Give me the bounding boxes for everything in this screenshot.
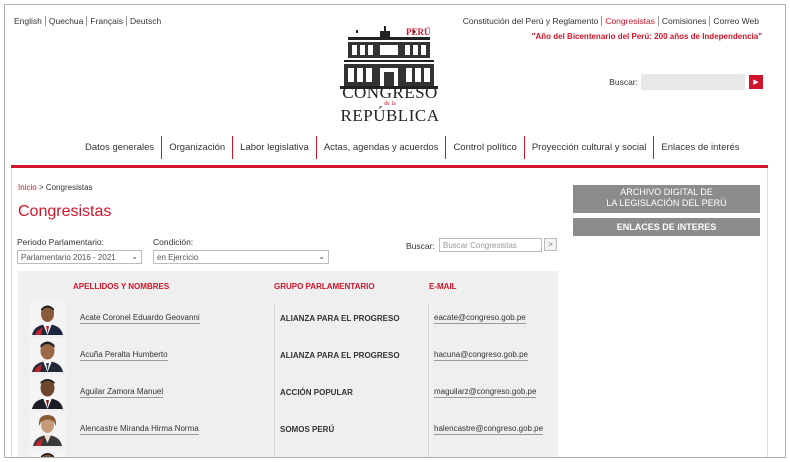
table-row [18,449,558,457]
breadcrumb-separator: > [38,183,44,192]
list-search-button[interactable]: > [544,238,557,251]
congresistas-table: APELLIDOS Y NOMBRES GRUPO PARLAMENTARIO … [18,271,558,457]
list-search-label: Buscar: [406,241,435,251]
person-avatar-icon [29,412,66,446]
table-row: Aguilar Zamora Manuel ACCIÓN POPULAR mag… [18,375,558,411]
main-nav: Datos generales Organización Labor legis… [78,136,747,159]
chevron-down-icon: ⌄ [131,252,138,261]
nav-proyeccion-cultural[interactable]: Proyección cultural y social [523,136,654,159]
congresista-email[interactable]: halencastre@congreso.gob.pe [428,412,558,446]
period-select[interactable]: Parlamentario 2016 - 2021 ⌄ [17,250,142,264]
nav-labor-legislativa[interactable]: Labor legislativa [232,136,316,159]
lang-english[interactable]: English [14,16,45,26]
archivo-line-2: LA LEGISLACIÓN DEL PERÚ [606,198,727,208]
page-title: Congresistas [18,203,112,220]
top-links: Constitución del Perú y Reglamento Congr… [460,16,762,26]
congresista-photo[interactable] [29,375,66,409]
congreso-logo[interactable]: PERÚ CONGRESO de la REPÚBLICA [335,19,445,129]
congresista-name[interactable]: Acuña Peralta Humberto [74,338,270,372]
period-value: Parlamentario 2016 - 2021 [21,253,116,262]
header-search-label: Buscar: [609,77,638,87]
condition-label: Condición: [153,237,194,247]
bicentenario-banner: "Año del Bicentenario del Perú: 200 años… [531,32,762,41]
breadcrumb: Inicio > Congresistas [18,183,93,192]
person-avatar-icon [29,375,66,409]
condition-value: en Ejercicio [157,253,199,262]
nav-datos-generales[interactable]: Datos generales [78,136,161,159]
nav-control-politico[interactable]: Control político [445,136,523,159]
filters: Periodo Parlamentario: Parlamentario 201… [17,234,557,270]
congresista-email[interactable]: eacate@congreso.gob.pe [428,301,558,335]
person-avatar-icon [29,449,66,457]
list-search-input[interactable]: Buscar Congresistas [439,238,542,252]
table-row: Acuña Peralta Humberto ALIANZA PARA EL P… [18,338,558,374]
link-congresistas[interactable]: Congresistas [601,16,658,26]
lang-german[interactable]: Deutsch [125,16,164,26]
link-comisiones[interactable]: Comisiones [657,16,709,26]
person-avatar-icon [29,338,66,372]
congresista-name[interactable]: Acate Coronel Eduardo Geovanni [74,301,270,335]
congresista-name[interactable] [74,449,270,457]
table-row: Alencastre Miranda Hirma Norma SOMOS PER… [18,412,558,448]
table-row: Acate Coronel Eduardo Geovanni ALIANZA P… [18,301,558,337]
congresista-email[interactable]: hacuna@congreso.gob.pe [428,338,558,372]
header-search-input[interactable] [641,74,745,90]
link-correo-web[interactable]: Correo Web [709,16,762,26]
lang-french[interactable]: Français [86,16,126,26]
congresista-name[interactable]: Aguilar Zamora Manuel [74,375,270,409]
congresista-photo[interactable] [29,301,66,335]
congresista-group: ACCIÓN POPULAR [280,387,353,397]
header-nombres: APELLIDOS Y NOMBRES [73,282,170,291]
header-grupo: GRUPO PARLAMENTARIO [274,282,375,291]
person-avatar-icon [29,301,66,335]
congresista-group: SOMOS PERÚ [280,424,335,434]
congresista-photo[interactable] [29,449,66,457]
header-search: Buscar: ▶ [609,74,763,90]
nav-organizacion[interactable]: Organización [161,136,232,159]
lang-quechua[interactable]: Quechua [44,16,87,26]
congresista-name[interactable]: Alencastre Miranda Hirma Norma [74,412,270,446]
logo-peru: PERÚ [406,27,431,37]
congresista-group: ALIANZA PARA EL PROGRESO [280,313,400,323]
breadcrumb-home[interactable]: Inicio [18,183,37,192]
archivo-line-1: ARCHIVO DIGITAL DE [620,187,713,197]
congresista-photo[interactable] [29,412,66,446]
congresista-group: ALIANZA PARA EL PROGRESO [280,350,400,360]
logo-republica: REPÚBLICA [340,106,440,125]
breadcrumb-current: Congresistas [45,183,93,192]
congresista-email[interactable]: maguilarz@congreso.gob.pe [428,375,558,409]
nav-enlaces-interes[interactable]: Enlaces de interés [653,136,746,159]
link-constitucion[interactable]: Constitución del Perú y Reglamento [460,16,602,26]
play-arrow-icon: ▶ [753,79,759,86]
browser-page: English Quechua Français Deutsch Constit… [4,4,786,458]
period-label: Periodo Parlamentario: [17,237,104,247]
language-bar: English Quechua Français Deutsch [14,16,164,26]
condition-select[interactable]: en Ejercicio ⌄ [153,250,329,264]
logo-congreso: CONGRESO [342,83,438,102]
header-email: E-MAIL [429,282,457,291]
header-search-button[interactable]: ▶ [749,75,763,89]
archivo-digital-button[interactable]: ARCHIVO DIGITAL DE LA LEGISLACIÓN DEL PE… [573,185,760,213]
congresista-photo[interactable] [29,338,66,372]
enlaces-interes-button[interactable]: ENLACES DE INTERES [573,218,760,236]
chevron-down-icon: ⌄ [318,252,325,261]
nav-actas[interactable]: Actas, agendas y acuerdos [315,136,446,159]
